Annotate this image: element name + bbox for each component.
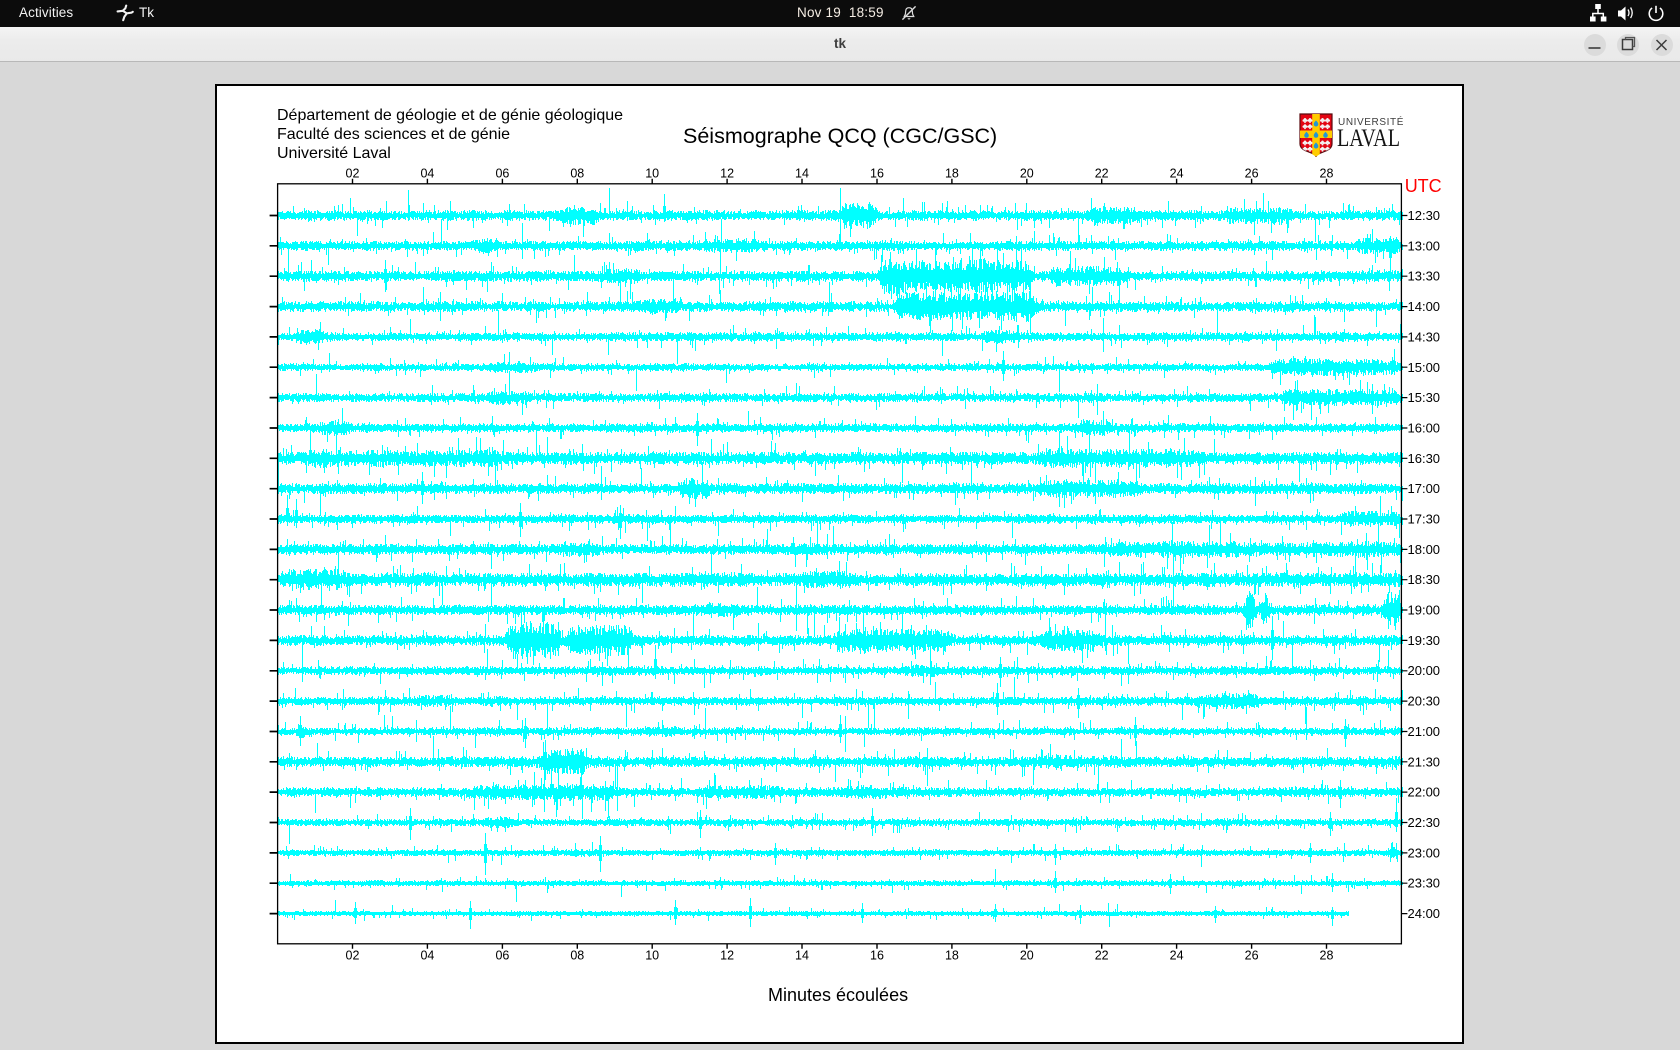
svg-text:06: 06 (495, 167, 509, 181)
svg-text:12: 12 (720, 167, 734, 181)
svg-text:14: 14 (795, 949, 809, 963)
svg-text:12:30: 12:30 (1408, 208, 1441, 223)
svg-text:20:00: 20:00 (1408, 663, 1441, 678)
svg-text:18: 18 (945, 949, 959, 963)
svg-text:08: 08 (570, 949, 584, 963)
svg-text:21:30: 21:30 (1408, 754, 1441, 769)
svg-text:26: 26 (1245, 167, 1259, 181)
svg-text:08: 08 (570, 167, 584, 181)
svg-text:20: 20 (1020, 949, 1034, 963)
svg-text:13:30: 13:30 (1408, 269, 1441, 284)
svg-text:04: 04 (420, 167, 434, 181)
svg-text:28: 28 (1320, 167, 1334, 181)
svg-text:16:00: 16:00 (1408, 421, 1441, 436)
svg-text:13:00: 13:00 (1408, 238, 1441, 253)
svg-text:22: 22 (1095, 949, 1109, 963)
svg-text:15:00: 15:00 (1408, 360, 1441, 375)
svg-text:14: 14 (795, 167, 809, 181)
svg-text:12: 12 (720, 949, 734, 963)
svg-text:23:30: 23:30 (1408, 876, 1441, 891)
svg-text:22: 22 (1095, 167, 1109, 181)
svg-text:17:00: 17:00 (1408, 481, 1441, 496)
svg-text:24: 24 (1170, 949, 1184, 963)
svg-text:24: 24 (1170, 167, 1184, 181)
svg-text:15:30: 15:30 (1408, 390, 1441, 405)
svg-text:16:30: 16:30 (1408, 451, 1441, 466)
svg-text:17:30: 17:30 (1408, 512, 1441, 527)
svg-text:23:00: 23:00 (1408, 845, 1441, 860)
svg-text:UTC: UTC (1405, 176, 1442, 196)
svg-text:20: 20 (1020, 167, 1034, 181)
svg-text:18:00: 18:00 (1408, 542, 1441, 557)
svg-text:19:00: 19:00 (1408, 603, 1441, 618)
svg-text:18: 18 (945, 167, 959, 181)
svg-text:28: 28 (1320, 949, 1334, 963)
svg-text:26: 26 (1245, 949, 1259, 963)
svg-text:22:30: 22:30 (1408, 815, 1441, 830)
svg-text:22:00: 22:00 (1408, 785, 1441, 800)
svg-text:14:00: 14:00 (1408, 299, 1441, 314)
svg-text:06: 06 (495, 949, 509, 963)
svg-text:LAVAL: LAVAL (1337, 125, 1400, 152)
svg-text:19:30: 19:30 (1408, 633, 1441, 648)
svg-text:04: 04 (420, 949, 434, 963)
svg-text:16: 16 (870, 167, 884, 181)
svg-text:20:30: 20:30 (1408, 694, 1441, 709)
svg-text:10: 10 (645, 167, 659, 181)
svg-text:02: 02 (346, 167, 360, 181)
svg-text:16: 16 (870, 949, 884, 963)
svg-text:02: 02 (346, 949, 360, 963)
svg-text:21:00: 21:00 (1408, 724, 1441, 739)
svg-text:10: 10 (645, 949, 659, 963)
svg-text:14:30: 14:30 (1408, 329, 1441, 344)
svg-text:24:00: 24:00 (1408, 906, 1441, 921)
svg-text:18:30: 18:30 (1408, 572, 1441, 587)
